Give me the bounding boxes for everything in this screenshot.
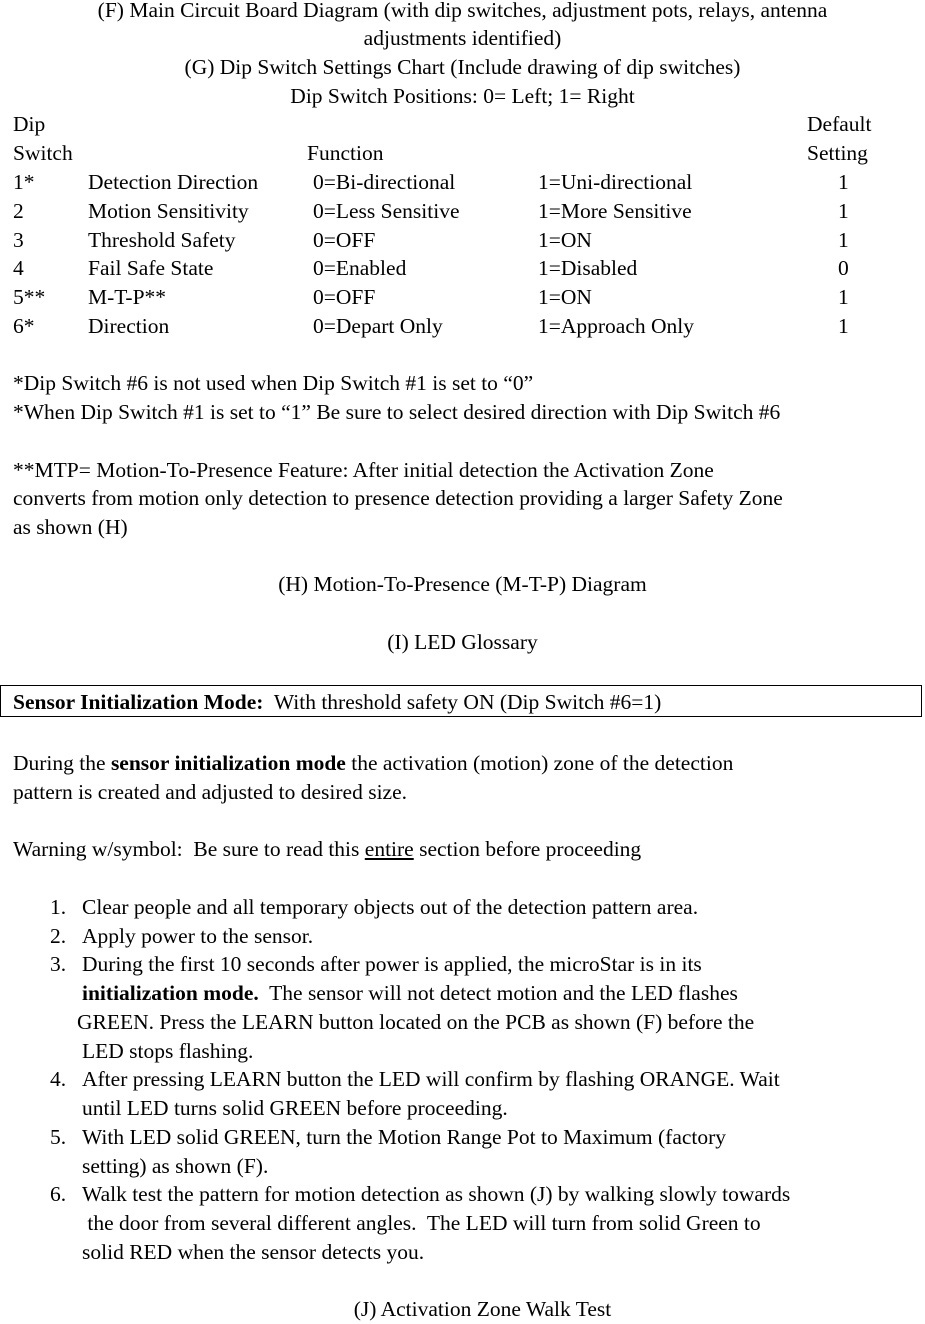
heading-f-line2: adjustments identified) [363,26,562,50]
header-default-line2: Setting [807,141,868,165]
cell-function: Fail Safe State [88,256,214,280]
step-text-line1: With LED solid GREEN, turn the Motion Ra… [82,1125,727,1149]
mtp-note-line1: **MTP= Motion-To-Presence Feature: After… [13,458,714,482]
cell-function: Motion Sensitivity [88,199,249,223]
step-number: 3. [50,952,67,976]
heading-h: (H) Motion-To-Presence (M-T-P) Diagram [278,572,647,596]
header-switch-line1: Dip [13,112,46,136]
heading-j: (J) Activation Zone Walk Test [353,1297,612,1321]
step-text-line2: until LED turns solid GREEN before proce… [82,1096,508,1120]
step-text-line3: solid RED when the sensor detects you. [82,1240,425,1264]
step-number: 1. [50,895,67,919]
step-text-line1: Walk test the pattern for motion detecti… [82,1182,791,1206]
step-number: 4. [50,1067,67,1091]
cell-one: 1=More Sensitive [538,199,692,223]
cell-zero: 0=OFF [313,228,376,252]
heading-i: (I) LED Glossary [387,630,538,654]
dip-switch-positions: Dip Switch Positions: 0= Left; 1= Right [290,84,635,108]
sensor-init-mode-title: Sensor Initialization Mode: With thresho… [13,688,661,717]
sensor-init-mode-desc: With threshold safety ON (Dip Switch #6=… [263,690,662,714]
cell-one: 1=Disabled [538,256,638,280]
step-text: Apply power to the sensor. [82,924,314,948]
cell-one: 1=Approach Only [538,314,695,338]
cell-function: Threshold Safety [88,228,236,252]
cell-zero: 0=Depart Only [313,314,443,338]
cell-switch: 4 [13,256,24,280]
cell-default: 0 [838,256,849,280]
cell-one: 1=ON [538,285,592,309]
sensor-init-mode-label: Sensor Initialization Mode: [13,690,264,714]
note-switch6: *Dip Switch #6 is not used when Dip Swit… [13,371,534,395]
cell-switch: 5** [13,285,46,309]
during-pre: During the [13,751,111,775]
warning-line: Warning w/symbol: Be sure to read this e… [13,835,641,864]
mtp-note-line3: as shown (H) [13,515,128,539]
cell-zero: 0=OFF [313,285,376,309]
step-text-line1: During the first 10 seconds after power … [82,952,702,976]
cell-default: 1 [838,170,849,194]
cell-default: 1 [838,228,849,252]
heading-f-line1: (F) Main Circuit Board Diagram (with dip… [97,0,828,22]
cell-zero: 0=Enabled [313,256,407,280]
header-default-line1: Default [807,112,872,136]
cell-default: 1 [838,285,849,309]
cell-zero: 0=Less Sensitive [313,199,460,223]
cell-default: 1 [838,314,849,338]
warning-post: section before proceeding [413,837,642,861]
during-line2: pattern is created and adjusted to desir… [13,780,408,804]
step-rest: The sensor will not detect motion and th… [258,981,738,1005]
step-text: Clear people and all temporary objects o… [82,895,699,919]
header-switch-line2: Switch [13,141,73,165]
cell-function: Detection Direction [88,170,259,194]
cell-one: 1=ON [538,228,592,252]
cell-one: 1=Uni-directional [538,170,693,194]
step-number: 2. [50,924,67,948]
during-line1: During the sensor initialization mode th… [13,749,733,778]
cell-default: 1 [838,199,849,223]
step-text-line4: LED stops flashing. [82,1039,254,1063]
step-number: 6. [50,1182,67,1206]
cell-function: M-T-P** [88,285,167,309]
mtp-note-line2: converts from motion only detection to p… [13,486,783,510]
cell-switch: 2 [13,199,24,223]
step-number: 5. [50,1125,67,1149]
step-text-line2: the door from several different angles. … [82,1211,761,1235]
cell-switch: 1* [13,170,35,194]
cell-function: Direction [88,314,170,338]
note-switch1: *When Dip Switch #1 is set to “1” Be sur… [13,400,781,424]
heading-g: (G) Dip Switch Settings Chart (Include d… [184,55,741,79]
step-text-line3: GREEN. Press the LEARN button located on… [77,1010,755,1034]
during-post: the activation (motion) zone of the dete… [345,751,734,775]
step-bold: initialization mode. [82,981,259,1005]
step-text-line1: After pressing LEARN button the LED will… [82,1067,780,1091]
during-bold: sensor initialization mode [110,751,346,775]
step-text-line2: setting) as shown (F). [82,1154,269,1178]
step-text-line2: initialization mode. The sensor will not… [82,979,738,1008]
warning-pre: Warning w/symbol: Be sure to read this [13,837,365,861]
cell-zero: 0=Bi-directional [313,170,456,194]
warning-underlined: entire [364,837,414,861]
cell-switch: 6* [13,314,35,338]
cell-switch: 3 [13,228,24,252]
header-function: Function [307,141,384,165]
